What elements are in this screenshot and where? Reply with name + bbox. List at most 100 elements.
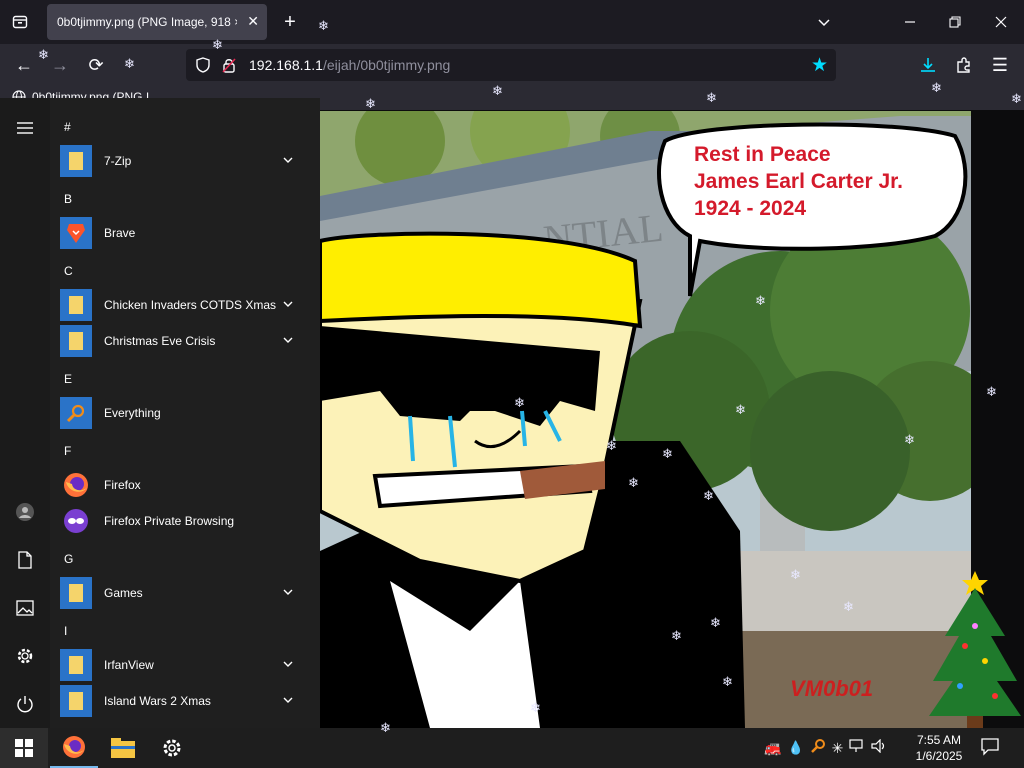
search-icon xyxy=(60,397,92,429)
tray-search-icon[interactable] xyxy=(810,738,826,759)
app-label: Firefox xyxy=(104,478,141,492)
brave-icon xyxy=(60,217,92,249)
start-menu: # 7-Zip B Brave C Chicken Invaders COTDS… xyxy=(0,98,320,728)
restore-window-button[interactable] xyxy=(943,10,967,34)
chevron-down-icon[interactable] xyxy=(282,694,294,706)
folder-icon xyxy=(60,649,92,681)
christmas-tree-icon xyxy=(929,571,1021,728)
folder-icon xyxy=(60,325,92,357)
tray-snowflake-icon[interactable]: ✳ xyxy=(832,740,844,757)
tray-app-icon[interactable]: 🚒 xyxy=(764,740,781,757)
section-letter[interactable]: C xyxy=(64,264,73,278)
chevron-down-icon[interactable] xyxy=(282,334,294,346)
volume-icon[interactable] xyxy=(871,738,887,758)
tab-active[interactable]: 0b0tjimmy.png (PNG Image, 918 × ✕ xyxy=(47,4,267,40)
notification-center-icon[interactable] xyxy=(980,736,1004,760)
close-window-button[interactable] xyxy=(989,10,1013,34)
app-item-irfanview[interactable]: IrfanView xyxy=(60,648,310,682)
app-label: IrfanView xyxy=(104,658,154,672)
hamburger-menu-icon[interactable]: ☰ xyxy=(988,53,1012,77)
pictures-icon[interactable] xyxy=(13,596,37,620)
url-text[interactable]: 192.168.1.1/eijah/0b0tjimmy.png xyxy=(249,57,450,73)
section-letter[interactable]: E xyxy=(64,372,72,386)
chevron-down-icon[interactable] xyxy=(282,298,294,310)
user-account-icon[interactable] xyxy=(13,500,37,524)
section-letter[interactable]: B xyxy=(64,192,72,206)
section-letter[interactable]: G xyxy=(64,552,73,566)
back-button[interactable]: ← xyxy=(12,53,36,77)
list-all-tabs-icon[interactable] xyxy=(8,10,32,34)
forward-button[interactable]: → xyxy=(48,53,72,77)
taskbar-settings[interactable] xyxy=(148,728,196,768)
navigation-toolbar: ← → ⟳ 192.168.1.1/eijah/0b0tjimmy.png ★ … xyxy=(0,44,1024,86)
start-menu-rail xyxy=(0,98,50,728)
new-tab-button[interactable]: + xyxy=(278,10,302,34)
app-item-everything[interactable]: Everything xyxy=(60,396,310,430)
speech-line-2: James Earl Carter Jr. xyxy=(694,170,903,193)
url-path: /eijah/0b0tjimmy.png xyxy=(322,57,451,73)
app-label: 7-Zip xyxy=(104,154,132,168)
app-item-firefox[interactable]: Firefox xyxy=(60,468,310,502)
settings-gear-icon xyxy=(163,739,181,757)
network-icon[interactable] xyxy=(849,738,865,758)
section-letter[interactable]: # xyxy=(64,120,71,134)
app-item-games[interactable]: Games xyxy=(60,576,310,610)
chevron-down-icon[interactable] xyxy=(812,10,836,34)
taskbar-file-explorer[interactable] xyxy=(99,728,147,768)
minimize-window-button[interactable] xyxy=(898,10,922,34)
chevron-down-icon[interactable] xyxy=(282,154,294,166)
folder-icon xyxy=(60,145,92,177)
firefox-icon xyxy=(63,736,85,758)
tray-droplet-icon[interactable]: 💧 xyxy=(787,740,803,756)
chevron-down-icon[interactable] xyxy=(282,586,294,598)
app-item-7-zip[interactable]: 7-Zip xyxy=(60,144,310,178)
firefox-icon xyxy=(60,469,92,501)
close-tab-icon[interactable]: ✕ xyxy=(247,13,259,30)
app-label: Brave xyxy=(104,226,136,240)
clock-time: 7:55 AM xyxy=(916,733,962,747)
folder-icon xyxy=(111,738,135,758)
tab-bar: 0b0tjimmy.png (PNG Image, 918 × ✕ + xyxy=(0,0,1024,44)
app-item-christmas-eve-crisis[interactable]: Christmas Eve Crisis xyxy=(60,324,310,358)
reload-button[interactable]: ⟳ xyxy=(84,53,108,77)
url-host: 192.168.1.1 xyxy=(249,57,323,73)
app-item-chicken-invaders[interactable]: Chicken Invaders COTDS Xmas xyxy=(60,288,310,322)
power-icon[interactable] xyxy=(13,692,37,716)
app-label: Games xyxy=(104,586,143,600)
extensions-icon[interactable] xyxy=(952,53,976,77)
app-list: # 7-Zip B Brave C Chicken Invaders COTDS… xyxy=(50,98,320,728)
windows-logo-icon xyxy=(15,739,33,757)
start-button[interactable] xyxy=(0,728,48,768)
taskbar: 🚒 💧 ✳ 7:55 AM 1/6/2025 xyxy=(0,728,1024,768)
app-label: Island Wars 2 Xmas xyxy=(104,694,211,708)
system-tray: 🚒 💧 ✳ xyxy=(764,728,887,768)
hamburger-menu-icon[interactable] xyxy=(13,116,37,140)
taskbar-clock[interactable]: 7:55 AM 1/6/2025 xyxy=(908,732,970,764)
folder-icon xyxy=(60,289,92,321)
tracking-shield-icon[interactable] xyxy=(196,57,210,73)
tab-title: 0b0tjimmy.png (PNG Image, 918 × xyxy=(57,15,237,29)
app-label: Christmas Eve Crisis xyxy=(104,334,216,348)
taskbar-firefox[interactable] xyxy=(50,728,98,768)
app-label: Everything xyxy=(104,406,161,420)
insecure-lock-icon[interactable] xyxy=(222,57,236,73)
app-item-firefox-private[interactable]: Firefox Private Browsing xyxy=(60,504,310,538)
app-item-brave[interactable]: Brave xyxy=(60,216,310,250)
speech-line-1: Rest in Peace xyxy=(694,143,831,166)
settings-gear-icon[interactable] xyxy=(13,644,37,668)
app-label: Firefox Private Browsing xyxy=(104,514,235,528)
private-browsing-icon xyxy=(60,505,92,537)
documents-icon[interactable] xyxy=(13,548,37,572)
bookmark-star-icon[interactable]: ★ xyxy=(811,54,828,77)
clock-date: 1/6/2025 xyxy=(915,749,963,763)
downloads-icon[interactable] xyxy=(916,53,940,77)
section-letter[interactable]: F xyxy=(64,444,71,458)
speech-line-3: 1924 - 2024 xyxy=(694,197,806,220)
address-bar[interactable]: 192.168.1.1/eijah/0b0tjimmy.png ★ xyxy=(186,49,836,81)
app-item-island-wars[interactable]: Island Wars 2 Xmas xyxy=(60,684,310,718)
watermark-text: VM0b01 xyxy=(790,676,873,701)
chevron-down-icon[interactable] xyxy=(282,658,294,670)
section-letter[interactable]: I xyxy=(64,624,67,638)
folder-icon xyxy=(60,577,92,609)
folder-icon xyxy=(60,685,92,717)
